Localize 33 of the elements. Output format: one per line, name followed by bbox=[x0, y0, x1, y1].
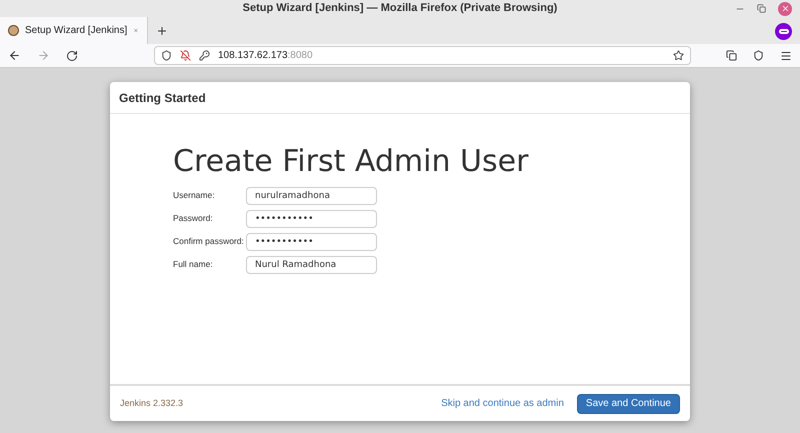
skip-link[interactable]: Skip and continue as admin bbox=[441, 396, 564, 411]
key-icon bbox=[199, 50, 210, 61]
url-host: 108.137.62.173 bbox=[218, 50, 288, 61]
field-label: Username: bbox=[173, 189, 216, 202]
dialog-header: Getting Started bbox=[119, 90, 206, 106]
field-label: Confirm password: bbox=[173, 235, 245, 248]
field-label: Password: bbox=[173, 212, 214, 225]
url-port: :8080 bbox=[288, 50, 313, 61]
close-icon bbox=[780, 4, 790, 13]
text-field[interactable]: ••••••••••• bbox=[246, 232, 377, 250]
shield-icon bbox=[161, 50, 172, 61]
browser-tab[interactable]: Setup Wizard [Jenkins] bbox=[0, 17, 148, 44]
text-field[interactable]: Nurul Ramadhona bbox=[246, 256, 377, 274]
tab-title: Setup Wizard [Jenkins] bbox=[25, 24, 128, 38]
reload-icon[interactable] bbox=[66, 50, 78, 62]
page-heading: Create First Admin User bbox=[173, 144, 530, 180]
version-text: Jenkins 2.332.3 bbox=[120, 396, 184, 410]
close-tab-icon[interactable] bbox=[133, 26, 139, 35]
bookmark-star-icon[interactable] bbox=[673, 50, 684, 61]
text-field[interactable]: nurulramadhona bbox=[246, 186, 377, 204]
private-browsing-icon bbox=[775, 23, 792, 40]
save-and-continue-button[interactable]: Save and Continue bbox=[576, 394, 680, 414]
restore-icon[interactable] bbox=[757, 4, 766, 13]
jenkins-favicon-icon bbox=[8, 25, 19, 36]
window-title: Setup Wizard [Jenkins] — Mozilla Firefox (Private Browsing) bbox=[242, 1, 558, 16]
menu-icon[interactable] bbox=[780, 50, 792, 62]
back-icon[interactable] bbox=[8, 49, 21, 62]
close-button[interactable] bbox=[778, 2, 792, 16]
field-label: Full name: bbox=[173, 258, 214, 271]
permission-icon bbox=[180, 50, 191, 61]
address-bar[interactable]: 108.137.62.173:8080 bbox=[154, 46, 691, 65]
new-tab-icon[interactable] bbox=[156, 25, 168, 37]
text-field[interactable]: ••••••••••• bbox=[246, 210, 377, 228]
